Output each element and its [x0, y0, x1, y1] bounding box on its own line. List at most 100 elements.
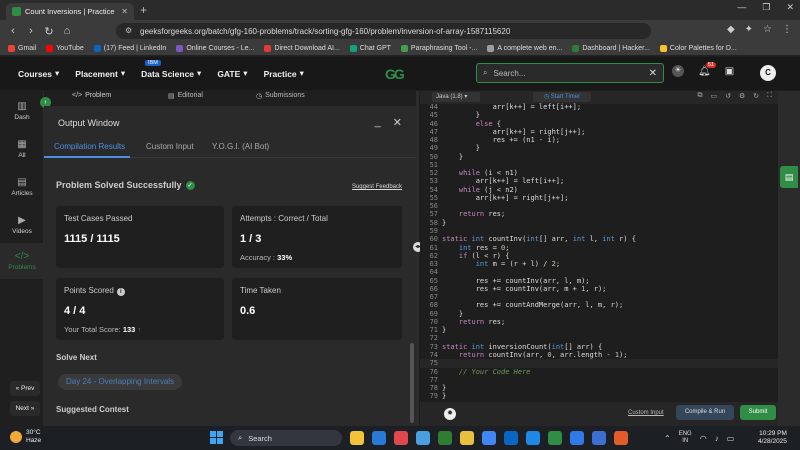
taskbar-app-icon[interactable] [570, 431, 584, 445]
tab-editorial[interactable]: ▤ Editorial [168, 92, 203, 100]
taskbar-app-icon[interactable] [526, 431, 540, 445]
code-line[interactable]: 65 res += countInv(arr, l, m); [420, 277, 778, 285]
reload-icon[interactable]: ↻ [40, 25, 58, 38]
bookmark-item[interactable]: Dashboard | Hacker... [572, 45, 650, 52]
code-line[interactable]: 64 [420, 268, 778, 276]
code-line[interactable]: 50 } [420, 153, 778, 161]
code-line[interactable]: 46 else { [420, 120, 778, 128]
start-timer-button[interactable]: ◷ Start Timer [533, 92, 591, 102]
taskbar-app-icon[interactable] [350, 431, 364, 445]
close-tab-icon[interactable]: ✕ [121, 7, 128, 16]
code-line[interactable]: 63 int m = (r + l) / 2; [420, 260, 778, 268]
refresh-icon[interactable]: ↻ [753, 92, 759, 100]
taskbar-app-icon[interactable] [372, 431, 386, 445]
gfg-logo[interactable]: GG [385, 66, 405, 82]
bookmark-item[interactable]: Paraphrasing Tool -... [400, 45, 477, 52]
code-line[interactable]: 55 arr[k++] = right[j++]; [420, 194, 778, 202]
output-scrollbar[interactable] [410, 343, 414, 423]
tab-problem[interactable]: </> Problem [72, 92, 111, 99]
code-line[interactable]: 75 [420, 359, 778, 368]
bookmark-item[interactable]: (17) Feed | LinkedIn [93, 45, 166, 52]
code-line[interactable]: 70 return res; [420, 318, 778, 326]
code-line[interactable]: 45 } [420, 111, 778, 119]
template-icon[interactable]: ▭ [710, 92, 717, 100]
menu-icon[interactable]: ⋮ [782, 24, 792, 35]
compile-run-button[interactable]: Compile & Run [676, 405, 734, 420]
clear-search-icon[interactable]: ✕ [649, 68, 657, 79]
home-icon[interactable]: ⌂ [58, 25, 76, 37]
code-line[interactable]: 76 // Your Code Here [420, 368, 778, 376]
browser-tab[interactable]: Count Inversions | Practice | Ge ✕ [6, 3, 134, 20]
menu-data-science[interactable]: Data Science ▾ [141, 68, 201, 79]
taskbar-clock[interactable]: 10:29 PM 4/28/2025 [758, 430, 787, 446]
code-line[interactable]: 71} [420, 326, 778, 334]
code-area[interactable]: 44 arr[k++] = left[i++]; 45 } 46 else {47 … [420, 103, 778, 401]
bookmark-star-icon[interactable]: ☆ [763, 24, 772, 35]
code-line[interactable]: 49 } [420, 144, 778, 152]
code-line[interactable]: 51 [420, 161, 778, 169]
bookmark-item[interactable]: Direct Download AI... [264, 45, 340, 52]
code-line[interactable]: 57 return res; [420, 210, 778, 218]
menu-practice[interactable]: Practice ▾ [264, 68, 304, 79]
settings-icon[interactable]: ⚙ [739, 92, 745, 100]
fullscreen-icon[interactable]: ⛶ [767, 92, 772, 100]
code-line[interactable]: 73 static int inversionCount(int[] arr) { [420, 343, 778, 351]
taskbar-app-icon[interactable] [482, 431, 496, 445]
code-line[interactable]: 68 res += countAndMerge(arr, l, m, r); [420, 301, 778, 309]
taskbar-app-icon[interactable] [548, 431, 562, 445]
theme-toggle-icon[interactable]: ☀ [672, 65, 684, 77]
code-line[interactable]: 67 [420, 293, 778, 301]
puzzle-icon[interactable]: ✦ [745, 24, 753, 35]
taskbar-app-icon[interactable] [394, 431, 408, 445]
avatar[interactable]: C [760, 65, 776, 81]
menu-courses[interactable]: Courses ▾ [18, 68, 59, 79]
code-line[interactable]: 74 return countInv(arr, 0, arr.length - … [420, 351, 778, 359]
code-line[interactable]: 79} [420, 392, 778, 400]
language-indicator[interactable]: ENG IN [679, 431, 692, 445]
code-line[interactable]: 48 res += (n1 - i); [420, 136, 778, 144]
tab-custom-input[interactable]: Custom Input [146, 142, 194, 151]
menu-placement[interactable]: Placement ▾ [75, 68, 125, 79]
taskbar-app-icon[interactable] [592, 431, 606, 445]
reset-icon[interactable]: ↺ [725, 92, 731, 100]
rail-item-all[interactable]: ▦ All [0, 139, 44, 159]
solve-next-chip[interactable]: Day 24 - Overlapping Intervals [58, 374, 183, 390]
code-line[interactable]: 47 arr[k++] = right[j++]; [420, 128, 778, 136]
site-search-input[interactable]: ⌕ Search... ✕ [476, 63, 664, 83]
taskbar-app-icon[interactable] [504, 431, 518, 445]
code-line[interactable]: 59 [420, 227, 778, 235]
suggest-feedback-link[interactable]: Suggest Feedback [352, 184, 402, 190]
code-line[interactable]: 72 [420, 334, 778, 342]
weather-widget[interactable]: 30°C Haze [10, 429, 41, 445]
taskbar-app-icon[interactable] [460, 431, 474, 445]
code-line[interactable]: 58} [420, 219, 778, 227]
rail-item-articles[interactable]: ▤ Articles [0, 177, 44, 197]
code-line[interactable]: 78} [420, 384, 778, 392]
bookmark-item[interactable]: A complete web en... [487, 45, 562, 52]
taskbar-app-icon[interactable] [614, 431, 628, 445]
url-field[interactable]: ⚙ geeksforgeeks.org/batch/gfg-160-proble… [116, 23, 651, 39]
rail-item-videos[interactable]: ▶ Videos [0, 215, 44, 235]
extension-icon[interactable]: ◆ [727, 24, 735, 35]
code-line[interactable]: 62 if (l < r) { [420, 252, 778, 260]
tab-compilation-results[interactable]: Compilation Results [54, 142, 125, 151]
code-line[interactable]: 66 res += countInv(arr, m + 1, r); [420, 285, 778, 293]
minimize-icon[interactable]: — [737, 2, 746, 13]
battery-icon[interactable]: ▭ [727, 434, 735, 443]
menu-gate[interactable]: GATE ▾ [217, 68, 247, 79]
cart-icon[interactable]: ▣ [725, 66, 734, 77]
code-line[interactable]: 53 arr[k++] = left[i++]; [420, 177, 778, 185]
windows-start-icon[interactable] [210, 431, 223, 444]
new-tab-icon[interactable]: + [140, 3, 147, 17]
language-select[interactable]: Java (1.8) ▾ [432, 92, 480, 102]
bookmark-item[interactable]: Chat GPT [349, 45, 391, 52]
lightbulb-icon[interactable]: ✸ [444, 408, 456, 420]
chat-icon[interactable]: ▤ [780, 166, 798, 188]
chevron-up-icon[interactable]: ⌃ [664, 434, 671, 443]
code-line[interactable]: 44 arr[k++] = left[i++]; [420, 103, 778, 111]
minimize-icon[interactable]: _ [375, 116, 381, 129]
volume-icon[interactable]: ♪ [715, 434, 719, 443]
code-line[interactable]: 54 while (j < n2) [420, 186, 778, 194]
back-icon[interactable]: ‹ [4, 25, 22, 37]
site-info-icon[interactable]: ⚙ [125, 26, 132, 35]
